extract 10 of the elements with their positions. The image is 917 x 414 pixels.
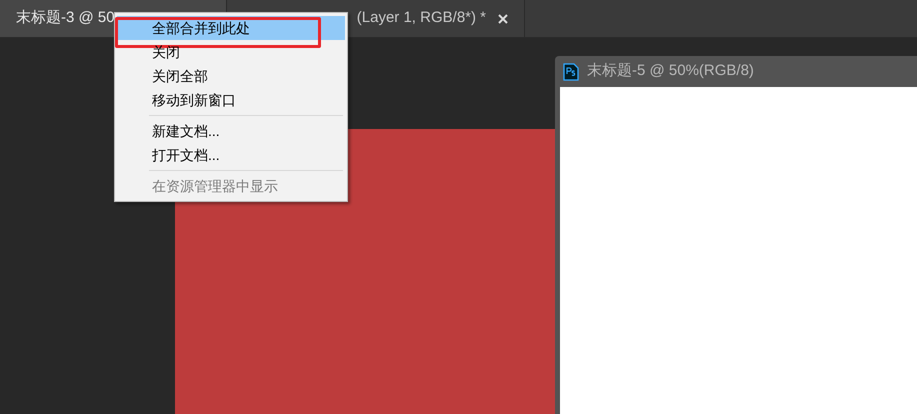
menu-item[interactable]: 关闭 [117, 40, 345, 64]
window-title: 末标题-5 @ 50%(RGB/8) [587, 61, 754, 82]
menu-item[interactable]: 移动到新窗口 [117, 88, 345, 112]
close-icon[interactable] [498, 14, 508, 24]
tab-title: 末标题-3 @ 50 [16, 8, 115, 28]
menu-item[interactable]: 关闭全部 [117, 64, 345, 88]
app-icon [563, 62, 579, 80]
menu-item[interactable]: 打开文档... [117, 143, 345, 167]
tab-title: (Layer 1, RGB/8*) * [356, 8, 486, 28]
menu-item[interactable]: 新建文档... [117, 119, 345, 143]
